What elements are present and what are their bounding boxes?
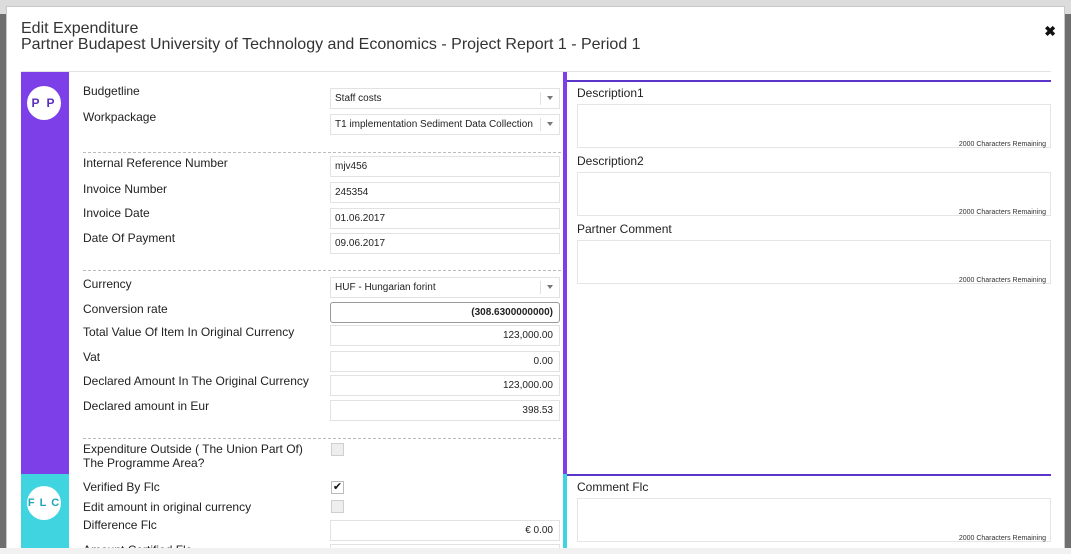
budgetline-select[interactable]: Staff costs <box>330 88 560 109</box>
modal-title: Edit Expenditure <box>21 20 139 37</box>
invoice-number-label: Invoice Number <box>83 182 168 196</box>
description1-remaining: 2000 Characters Remaining <box>958 141 1046 148</box>
conversion-rate-label: Conversion rate <box>83 302 168 316</box>
invoice-date-label: Invoice Date <box>83 206 150 220</box>
section-divider <box>83 438 561 439</box>
outside-area-checkbox[interactable] <box>331 443 344 456</box>
pp-section-accent: P P <box>21 72 69 474</box>
partner-comment-textarea[interactable]: 2000 Characters Remaining <box>577 240 1051 284</box>
edit-amount-checkbox[interactable] <box>331 500 344 513</box>
currency-value: HUF - Hungarian forint <box>335 282 436 293</box>
declared-original-label: Declared Amount In The Original Currency <box>83 374 309 388</box>
currency-label: Currency <box>83 277 132 291</box>
verified-flc-checkbox[interactable]: ✔ <box>331 481 344 494</box>
workpackage-select[interactable]: T1 implementation Sediment Data Collecti… <box>330 114 560 135</box>
flc-badge: F L C <box>27 486 61 520</box>
vat-input[interactable]: 0.00 <box>330 351 560 372</box>
invoice-date-input[interactable]: 01.06.2017 <box>330 208 560 229</box>
total-value-input[interactable]: 123,000.00 <box>330 325 560 346</box>
currency-select[interactable]: HUF - Hungarian forint <box>330 277 560 298</box>
select-separator <box>540 118 541 131</box>
workpackage-value: T1 implementation Sediment Data Collecti… <box>335 119 533 130</box>
pp-right-topline <box>567 80 1051 82</box>
outside-area-label: Expenditure Outside ( The Union Part Of)… <box>83 442 303 470</box>
difference-flc-label: Difference Flc <box>83 518 157 532</box>
declared-original-input[interactable]: 123,000.00 <box>330 375 560 396</box>
modal-subtitle: Partner Budapest University of Technolog… <box>21 36 641 53</box>
workpackage-label: Workpackage <box>83 110 157 124</box>
description2-textarea[interactable]: 2000 Characters Remaining <box>577 172 1051 216</box>
date-of-payment-label: Date Of Payment <box>83 231 176 245</box>
pp-badge: P P <box>27 86 61 120</box>
chevron-down-icon <box>547 96 553 100</box>
internal-ref-input[interactable]: mjv456 <box>330 156 560 177</box>
difference-flc-input[interactable]: € 0.00 <box>330 520 560 541</box>
comment-flc-remaining: 2000 Characters Remaining <box>958 535 1046 542</box>
budgetline-label: Budgetline <box>83 84 140 98</box>
close-icon[interactable]: ✖ <box>1044 23 1056 40</box>
horizontal-scrollbar[interactable] <box>0 548 1071 554</box>
declared-eur-label: Declared amount in Eur <box>83 399 210 413</box>
invoice-number-input[interactable]: 245354 <box>330 182 560 203</box>
flc-right-topline <box>567 474 1051 476</box>
internal-ref-label: Internal Reference Number <box>83 156 228 170</box>
declared-eur-input[interactable]: 398.53 <box>330 400 560 421</box>
flc-section-accent: F L C <box>21 474 69 553</box>
description1-textarea[interactable]: 2000 Characters Remaining <box>577 104 1051 148</box>
description2-remaining: 2000 Characters Remaining <box>958 209 1046 216</box>
chevron-down-icon <box>547 285 553 289</box>
conversion-rate-input[interactable]: (308.6300000000) <box>330 302 560 323</box>
verified-flc-label: Verified By Flc <box>83 480 160 494</box>
section-divider <box>83 152 561 153</box>
budgetline-value: Staff costs <box>335 93 382 104</box>
date-of-payment-input[interactable]: 09.06.2017 <box>330 233 560 254</box>
vat-label: Vat <box>83 350 101 364</box>
description2-label: Description2 <box>577 154 644 168</box>
chevron-down-icon <box>547 122 553 126</box>
modal-header: Edit Expenditure Partner Budapest Univer… <box>21 21 1051 53</box>
flc-column-divider <box>563 474 567 553</box>
comment-flc-textarea[interactable]: 2000 Characters Remaining <box>577 498 1051 542</box>
edit-expenditure-modal: Edit Expenditure Partner Budapest Univer… <box>6 6 1065 554</box>
description1-label: Description1 <box>577 86 644 100</box>
comment-flc-label: Comment Flc <box>577 480 649 494</box>
edit-amount-label: Edit amount in original currency <box>83 500 252 514</box>
total-value-label: Total Value Of Item In Original Currency <box>83 325 295 339</box>
section-divider <box>83 270 561 271</box>
select-separator <box>540 281 541 294</box>
select-separator <box>540 92 541 105</box>
modal-body: P P F L C Budgetline Staff costs Workpac… <box>21 71 1051 553</box>
partner-comment-label: Partner Comment <box>577 222 672 236</box>
pp-column-divider <box>563 72 567 474</box>
partner-comment-remaining: 2000 Characters Remaining <box>958 277 1046 284</box>
